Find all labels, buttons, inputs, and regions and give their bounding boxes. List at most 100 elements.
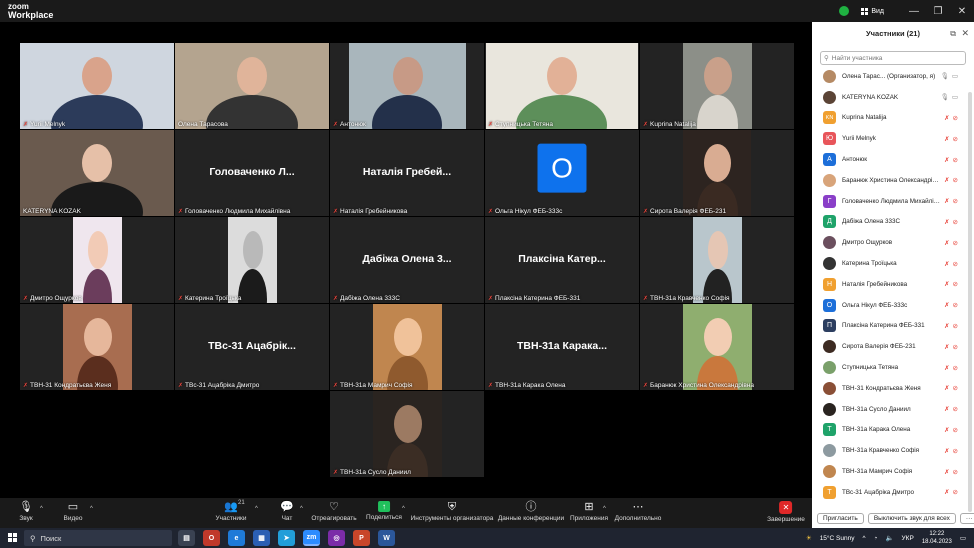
participant-row[interactable]: Д Дабіжа Олена 333С ✗⊘	[812, 212, 974, 233]
person-head	[84, 318, 112, 356]
view-button[interactable]: Вид	[861, 7, 884, 15]
audio-button[interactable]: 🎙 Звук	[19, 501, 33, 522]
close-window-button[interactable]: ✕	[950, 6, 974, 17]
file-explorer-icon[interactable]: ▤	[178, 530, 195, 546]
edge-icon[interactable]: e	[228, 530, 245, 546]
participant-row[interactable]: KATERYNA KOZAK 🎙▭	[812, 87, 974, 108]
audio-options-caret[interactable]: ^	[40, 506, 43, 512]
muted-mic-camera-icons: ✗⊘	[944, 322, 961, 330]
participant-tile[interactable]: ТВс-31 Ацабрік... ✗ ТВс-31 Ацабріка Дмитро	[175, 304, 329, 390]
minimize-button[interactable]: —	[902, 6, 926, 17]
share-screen-icon: ↑	[378, 501, 390, 512]
participant-search[interactable]: ⚲	[820, 51, 966, 65]
mute-all-button[interactable]: Выключить звук для всех	[867, 512, 956, 524]
participant-tile[interactable]: ✗ ТВН-31а Кравченко Софія	[640, 217, 794, 303]
share-button[interactable]: ↑ Поделиться	[366, 501, 402, 521]
telegram-icon[interactable]: ➤	[278, 530, 295, 546]
person-head	[237, 57, 267, 95]
muted-mic-icon: ✗	[178, 296, 184, 302]
participant-row[interactable]: Ступницька Тетяна ✗⊘	[812, 357, 974, 378]
meeting-info-button[interactable]: ⓘ Данные конференции	[498, 501, 564, 522]
apps-caret[interactable]: ^	[603, 506, 606, 512]
popout-icon[interactable]: ⧉	[950, 29, 956, 39]
participant-tile[interactable]: ✗ Ступницька Тетяна	[485, 43, 639, 129]
share-caret[interactable]: ^	[402, 506, 405, 512]
chat-caret[interactable]: ^	[300, 506, 303, 512]
end-label: Завершение	[767, 516, 805, 523]
taskbar-search[interactable]: ⚲ Поиск	[24, 530, 172, 546]
security-shield-icon[interactable]	[839, 6, 850, 16]
panel-more-button[interactable]: ···	[959, 512, 974, 524]
participant-tile[interactable]: ✗ Дмитро Ощурков	[20, 217, 174, 303]
restore-button[interactable]: ❐	[926, 6, 950, 17]
participant-row[interactable]: Баранюк Христина Олександрівна ✗⊘	[812, 170, 974, 191]
participants-caret[interactable]: ^	[255, 506, 258, 512]
participant-row[interactable]: Сирота Валерія ФЕБ-231 ✗⊘	[812, 336, 974, 357]
react-button[interactable]: ♡ Отреагировать	[311, 501, 356, 522]
video-options-caret[interactable]: ^	[90, 506, 93, 512]
muted-mic-camera-icons: ✗⊘	[944, 156, 961, 164]
host-tools-button[interactable]: ⛨ Инструменты организатора	[411, 501, 494, 522]
close-panel-icon[interactable]: ✕	[961, 28, 969, 39]
video-button[interactable]: ▭ Видео	[64, 501, 83, 522]
participant-row[interactable]: Н Наталія Гребейникова ✗⊘	[812, 274, 974, 295]
more-button[interactable]: ⋯ Дополнительно	[615, 501, 662, 522]
viber-icon[interactable]: ◎	[328, 530, 345, 546]
video-gallery: ✗ Yurii Melnyk Олена Тарасова ✗ Антонюк ✗ Ступ…	[0, 22, 812, 498]
clock[interactable]: 12:22 18.04.2023	[922, 530, 952, 546]
participant-row[interactable]: Т ТВН-31а Карака Олена ✗⊘	[812, 420, 974, 441]
participant-row[interactable]: ТВН-31 Кондратьєва Женя ✗⊘	[812, 378, 974, 399]
tray-chevron-icon[interactable]: ^	[862, 535, 865, 542]
participant-row[interactable]: Дмитро Ощурков ✗⊘	[812, 232, 974, 253]
scrollbar[interactable]	[968, 92, 972, 512]
participant-tile[interactable]: ✗ Сирота Валерія ФЕБ-231	[640, 130, 794, 216]
participant-row[interactable]: Катерина Троїцька ✗⊘	[812, 253, 974, 274]
opera-icon[interactable]: O	[203, 530, 220, 546]
participant-tile[interactable]: ТВН-31а Карака... ✗ ТВН-31а Карака Олена	[485, 304, 639, 390]
zoom-taskbar-icon[interactable]: zm	[303, 530, 320, 546]
participant-row[interactable]: П Плаксіна Катерина ФЕБ-331 ✗⊘	[812, 316, 974, 337]
participant-tile[interactable]: Олена Тарасова	[175, 43, 329, 129]
volume-icon[interactable]: 🔈	[885, 534, 893, 542]
windows-start-icon[interactable]	[8, 533, 17, 542]
notifications-icon[interactable]: ▭	[960, 534, 966, 542]
participant-tile[interactable]: ✗ Yurii Melnyk	[20, 43, 174, 129]
participant-tile[interactable]: ✗ ТВН-31 Кондратьєва Женя	[20, 304, 174, 390]
powerpoint-icon[interactable]: P	[353, 530, 370, 546]
participant-name: ТВН-31а Карака Олена	[495, 382, 566, 389]
participant-tile[interactable]: ✗ ТВН-31а Мамрич Софія	[330, 304, 484, 390]
participant-tile[interactable]: ✗ Катерина Троїцька	[175, 217, 329, 303]
participant-row[interactable]: Олена Тарас... (Организатор, я) 🎙▭	[812, 66, 974, 87]
participant-tile[interactable]: Головаченко Л... ✗ Головаченко Людмила Мих…	[175, 130, 329, 216]
language-indicator[interactable]: УКР	[902, 535, 914, 542]
store-icon[interactable]: ▦	[253, 530, 270, 546]
participant-row[interactable]: А Антонюк ✗⊘	[812, 149, 974, 170]
end-meeting-button[interactable]: ✕ Завершение	[767, 501, 805, 523]
wifi-icon[interactable]: ◔	[874, 535, 878, 542]
participant-row[interactable]: KN Kuprina Natalija ✗⊘	[812, 108, 974, 129]
participant-tile[interactable]: ✗ ТВН-31а Сусло Даниил	[330, 391, 484, 477]
invite-button[interactable]: Пригласить	[817, 512, 864, 524]
participant-list-name: Сирота Валерія ФЕБ-231	[842, 343, 916, 351]
participant-tile[interactable]: ✗ Баранюк Христина Олександрівна	[640, 304, 794, 390]
participant-tile[interactable]: ✗ Kuprina Natalija	[640, 43, 794, 129]
participant-row[interactable]: Т ТВс-31 Ацабріка Дмитро ✗⊘	[812, 482, 974, 503]
participant-row[interactable]: ТВН-31а Мамрич Софія ✗⊘	[812, 461, 974, 482]
participant-row[interactable]: ТВН-31а Сусло Даниил ✗⊘	[812, 399, 974, 420]
participant-tile[interactable]: Наталія Гребей... ✗ Наталія Гребейникова	[330, 130, 484, 216]
word-icon[interactable]: W	[378, 530, 395, 546]
participant-row[interactable]: О Ольга Нікул ФЕБ-333с ✗⊘	[812, 295, 974, 316]
participant-tile[interactable]: KATERYNA KOZAK	[20, 130, 174, 216]
participant-row[interactable]: ТВН-31а Кравченко Софія ✗⊘	[812, 440, 974, 461]
search-input[interactable]	[831, 54, 952, 62]
participant-tile[interactable]: ✗ Антонюк	[330, 43, 484, 129]
participant-row[interactable]: Г Головаченко Людмила Михайлівна ✗⊘	[812, 191, 974, 212]
participant-tile[interactable]: Плаксіна Катер... ✗ Плаксіна Катерина ФЕБ-…	[485, 217, 639, 303]
participant-list-name: KATERYNA KOZAK	[842, 93, 899, 101]
participant-row[interactable]: Ю Yurii Melnyk ✗⊘	[812, 128, 974, 149]
participant-tile[interactable]: Дабіжа Олена 3... ✗ Дабіжа Олена 333С	[330, 217, 484, 303]
participant-name: Плаксіна Катерина ФЕБ-331	[495, 295, 581, 302]
chat-button[interactable]: 💬 Чат	[280, 501, 294, 522]
weather-label[interactable]: 15°C Sunny	[820, 535, 855, 542]
participant-tile[interactable]: О ✗ Ольга Нікул ФЕБ-333с	[485, 130, 639, 216]
